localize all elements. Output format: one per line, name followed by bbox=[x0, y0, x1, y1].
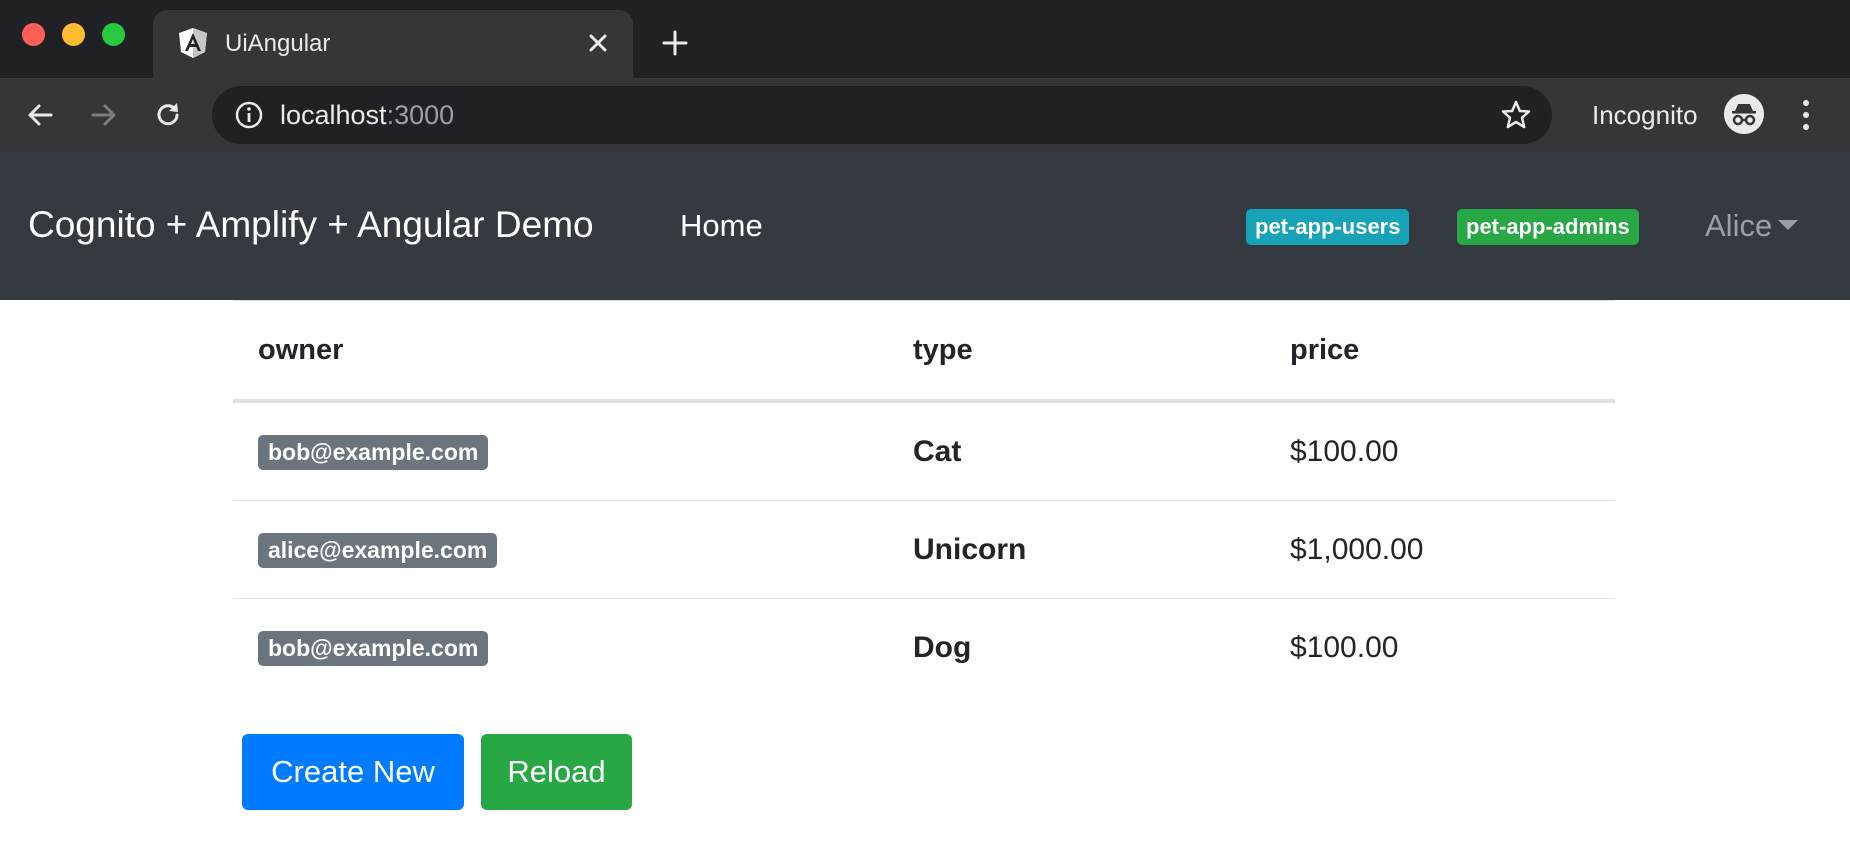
bookmark-star-icon[interactable] bbox=[1500, 99, 1532, 131]
user-dropdown[interactable]: Alice bbox=[1705, 208, 1799, 244]
incognito-icon[interactable] bbox=[1724, 94, 1764, 134]
price-cell: $1,000.00 bbox=[1265, 500, 1615, 599]
browser-tab-strip: UiAngular bbox=[0, 0, 1850, 78]
url-port: :3000 bbox=[386, 100, 455, 130]
address-bar[interactable]: localhost:3000 bbox=[212, 86, 1552, 144]
pets-table: owner type price bob@example.com Cat $10… bbox=[233, 300, 1615, 696]
minimize-window-button[interactable] bbox=[62, 23, 85, 46]
dropdown-caret-icon bbox=[1778, 220, 1799, 230]
owner-badge: bob@example.com bbox=[258, 630, 489, 666]
type-cell: Unicorn bbox=[888, 500, 1265, 599]
user-name: Alice bbox=[1705, 208, 1773, 243]
browser-tab[interactable]: UiAngular bbox=[153, 10, 633, 78]
navbar-brand[interactable]: Cognito + Amplify + Angular Demo bbox=[28, 204, 594, 246]
back-arrow-icon[interactable] bbox=[24, 99, 56, 131]
nav-home-link[interactable]: Home bbox=[680, 208, 763, 244]
owner-cell: bob@example.com bbox=[233, 599, 888, 697]
owner-badge: bob@example.com bbox=[258, 434, 489, 470]
table-row: alice@example.com Unicorn $1,000.00 bbox=[233, 500, 1615, 599]
table-row: bob@example.com Cat $100.00 bbox=[233, 401, 1615, 501]
site-info-icon[interactable] bbox=[234, 100, 264, 130]
owner-badge: alice@example.com bbox=[258, 532, 498, 568]
type-cell: Cat bbox=[888, 401, 1265, 501]
group-badge-users: pet-app-users bbox=[1246, 209, 1410, 245]
url-host: localhost bbox=[280, 100, 387, 130]
owner-cell: bob@example.com bbox=[233, 401, 888, 501]
column-header-price: price bbox=[1265, 300, 1615, 403]
tab-title: UiAngular bbox=[225, 30, 331, 57]
table-header-row: owner type price bbox=[233, 300, 1615, 403]
price-cell: $100.00 bbox=[1290, 630, 1399, 664]
column-header-owner: owner bbox=[233, 300, 888, 403]
column-header-type: type bbox=[888, 300, 1265, 403]
app-navbar: Cognito + Amplify + Angular Demo Home pe… bbox=[0, 152, 1850, 300]
new-tab-icon[interactable] bbox=[662, 30, 688, 56]
create-new-button[interactable]: Create New bbox=[242, 734, 464, 810]
reload-button[interactable]: Reload bbox=[481, 734, 632, 810]
maximize-window-button[interactable] bbox=[102, 23, 125, 46]
forward-arrow-icon[interactable] bbox=[88, 99, 120, 131]
table-row: bob@example.com Dog $100.00 bbox=[233, 599, 1615, 697]
browser-toolbar: localhost:3000 Incognito bbox=[0, 78, 1850, 152]
more-menu-icon[interactable] bbox=[1796, 98, 1816, 132]
close-tab-icon[interactable] bbox=[585, 30, 611, 56]
url-text: localhost:3000 bbox=[280, 100, 454, 131]
owner-cell: alice@example.com bbox=[233, 500, 888, 599]
reload-page-icon[interactable] bbox=[152, 99, 184, 131]
type-cell: Dog bbox=[913, 630, 972, 664]
close-window-button[interactable] bbox=[22, 23, 45, 46]
group-badge-admins: pet-app-admins bbox=[1457, 209, 1639, 245]
angular-logo-icon bbox=[179, 28, 207, 58]
price-cell: $100.00 bbox=[1265, 401, 1615, 501]
incognito-label: Incognito bbox=[1592, 100, 1698, 130]
